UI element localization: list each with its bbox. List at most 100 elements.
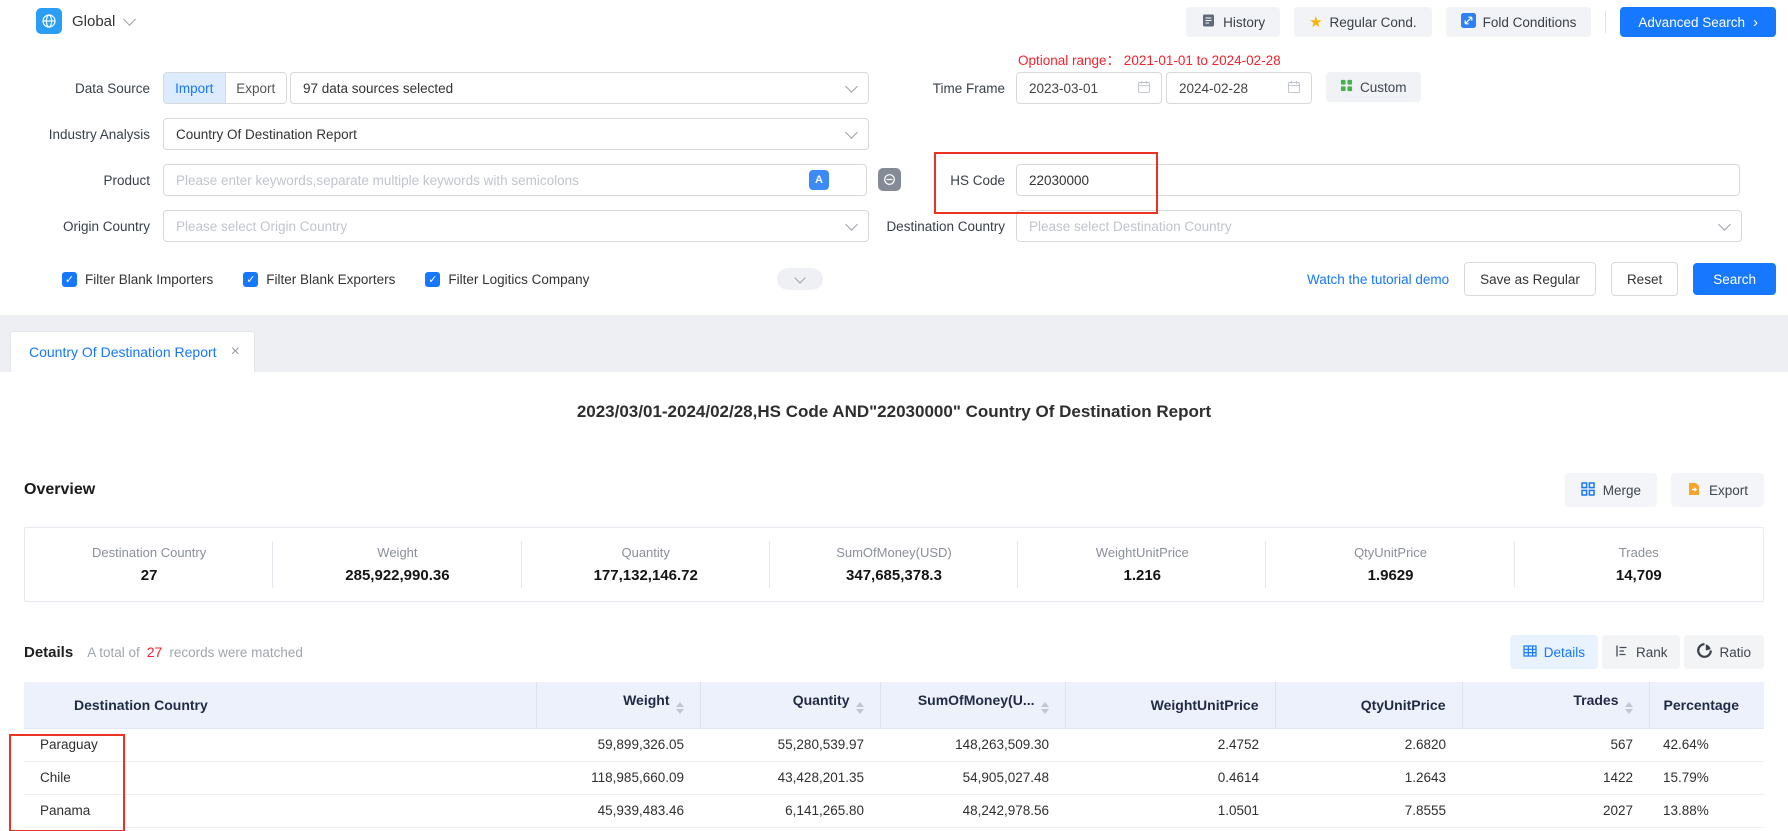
stat-label: WeightUnitPrice (1096, 545, 1189, 560)
col-destination-country: Destination Country (24, 682, 536, 728)
col-quantity[interactable]: Quantity (700, 682, 880, 728)
filter-blank-importers-label: Filter Blank Importers (85, 272, 213, 287)
col-weight-unit-price: WeightUnitPrice (1065, 682, 1275, 728)
custom-range-button[interactable]: Custom (1326, 72, 1421, 102)
star-icon: ★ (1309, 15, 1322, 30)
history-label: History (1223, 15, 1265, 30)
history-button[interactable]: History (1186, 7, 1280, 37)
cell-sum-of-money: 148,263,509.30 (880, 728, 1065, 761)
destination-country-select[interactable]: Please select Destination Country (1016, 210, 1742, 242)
end-date-input[interactable]: 2024-02-28 (1166, 72, 1312, 104)
merge-label: Merge (1603, 483, 1641, 498)
close-icon[interactable]: × (231, 344, 240, 360)
filter-logistics-company-checkbox[interactable]: ✓ Filter Logitics Company (425, 272, 589, 287)
regular-cond-button[interactable]: ★ Regular Cond. (1294, 7, 1432, 37)
col-label: Percentage (1664, 697, 1739, 713)
filter-checkboxes: ✓ Filter Blank Importers ✓ Filter Blank … (62, 262, 589, 296)
filter-blank-exporters-checkbox[interactable]: ✓ Filter Blank Exporters (243, 272, 395, 287)
cell-weight: 45,939,483.46 (536, 794, 700, 827)
fold-conditions-button[interactable]: Fold Conditions (1446, 7, 1592, 37)
region-selector[interactable]: Global (36, 8, 134, 34)
col-percentage: Percentage (1649, 682, 1764, 728)
overview-stats-card: Destination Country 27 Weight 285,922,99… (24, 527, 1764, 602)
divider (1605, 11, 1606, 33)
col-sum-of-money[interactable]: SumOfMoney(U... (880, 682, 1065, 728)
view-rank-label: Rank (1636, 645, 1668, 660)
row-product-hscode: Product A HS Code (0, 164, 1788, 196)
stat-label: Quantity (621, 545, 669, 560)
col-label: Weight (623, 692, 669, 708)
cell-quantity: 43,428,201.35 (700, 761, 880, 794)
stat-weight: Weight 285,922,990.36 (273, 528, 521, 601)
tab-country-of-destination-report[interactable]: Country Of Destination Report × (10, 331, 255, 372)
filter-blank-importers-checkbox[interactable]: ✓ Filter Blank Importers (62, 272, 213, 287)
row-filters-actions: ✓ Filter Blank Importers ✓ Filter Blank … (0, 262, 1788, 296)
checkbox-checked-icon: ✓ (62, 272, 77, 287)
sort-icon[interactable] (1041, 698, 1049, 718)
checkbox-checked-icon: ✓ (243, 272, 258, 287)
cell-qty-unit-price: 7.8555 (1275, 794, 1462, 827)
search-filter-panel: Optional range： 2021-01-01 to 2024-02-28… (0, 43, 1788, 315)
sort-icon[interactable] (856, 698, 864, 718)
calendar-icon (1287, 80, 1301, 97)
cell-weight-unit-price: 1.0501 (1065, 794, 1275, 827)
hs-code-label: HS Code (855, 164, 1005, 196)
checkbox-checked-icon: ✓ (425, 272, 440, 287)
row-industry-analysis: Industry Analysis Country Of Destination… (0, 118, 1788, 150)
table-row[interactable]: Panama 45,939,483.46 6,141,265.80 48,242… (24, 794, 1764, 827)
merge-button[interactable]: Merge (1565, 473, 1657, 507)
tab-label: Country Of Destination Report (29, 344, 217, 360)
industry-analysis-value: Country Of Destination Report (176, 127, 357, 142)
fold-icon (1461, 13, 1476, 31)
end-date-value: 2024-02-28 (1179, 81, 1248, 96)
stat-value: 1.9629 (1368, 567, 1414, 584)
save-as-regular-button[interactable]: Save as Regular (1464, 262, 1596, 296)
chevron-down-icon (123, 13, 136, 26)
view-details-label: Details (1544, 645, 1585, 660)
destination-country-label: Destination Country (855, 210, 1005, 242)
details-heading: Details (24, 644, 73, 661)
top-bar: Global History ★ Regular Cond. Fold Cond… (0, 0, 1788, 44)
hs-code-input[interactable] (1016, 164, 1740, 196)
custom-grid-icon (1340, 79, 1353, 95)
table-row[interactable]: Paraguay 59,899,326.05 55,280,539.97 148… (24, 728, 1764, 761)
industry-analysis-select[interactable]: Country Of Destination Report (163, 118, 869, 150)
origin-country-select[interactable]: Please select Origin Country (163, 210, 869, 242)
cell-quantity: 55,280,539.97 (700, 728, 880, 761)
tab-strip: Country Of Destination Report × (0, 315, 1788, 372)
stat-qty-unit-price: QtyUnitPrice 1.9629 (1266, 528, 1514, 601)
search-button[interactable]: Search (1693, 263, 1776, 295)
overview-heading: Overview (24, 481, 95, 499)
sort-icon[interactable] (676, 698, 684, 718)
import-tab[interactable]: Import (164, 73, 225, 103)
start-date-input[interactable]: 2023-03-01 (1016, 72, 1162, 104)
cell-percentage: 13.88% (1649, 794, 1764, 827)
cell-percentage: 42.64% (1649, 728, 1764, 761)
table-row[interactable]: Chile 118,985,660.09 43,428,201.35 54,90… (24, 761, 1764, 794)
col-trades[interactable]: Trades (1462, 682, 1649, 728)
stat-destination-country: Destination Country 27 (25, 528, 273, 601)
export-button[interactable]: Export (1671, 473, 1764, 507)
data-sources-select[interactable]: 97 data sources selected (290, 72, 869, 104)
tutorial-demo-link[interactable]: Watch the tutorial demo (1307, 272, 1449, 287)
export-tab[interactable]: Export (225, 73, 287, 103)
advanced-search-button[interactable]: Advanced Search › (1620, 7, 1776, 37)
col-weight[interactable]: Weight (536, 682, 700, 728)
advanced-search-label: Advanced Search (1638, 15, 1745, 30)
filter-logistics-company-label: Filter Logitics Company (448, 272, 589, 287)
view-details-button[interactable]: Details (1510, 635, 1598, 669)
col-label: WeightUnitPrice (1151, 697, 1259, 713)
product-input[interactable] (163, 164, 867, 196)
table-header-row: Destination Country Weight Quantity SumO… (24, 682, 1764, 728)
optional-range-note: Optional range： 2021-01-01 to 2024-02-28 (1018, 49, 1281, 69)
reset-button[interactable]: Reset (1611, 262, 1678, 296)
chevron-down-icon (794, 272, 805, 283)
industry-analysis-label: Industry Analysis (0, 118, 150, 150)
view-ratio-button[interactable]: Ratio (1684, 635, 1764, 669)
translate-icon[interactable]: A (809, 170, 829, 190)
view-rank-button[interactable]: Rank (1602, 635, 1681, 669)
collapse-conditions-button[interactable] (777, 268, 823, 290)
sort-icon[interactable] (1625, 698, 1633, 718)
col-label: Quantity (793, 692, 850, 708)
cell-sum-of-money: 48,242,978.56 (880, 794, 1065, 827)
